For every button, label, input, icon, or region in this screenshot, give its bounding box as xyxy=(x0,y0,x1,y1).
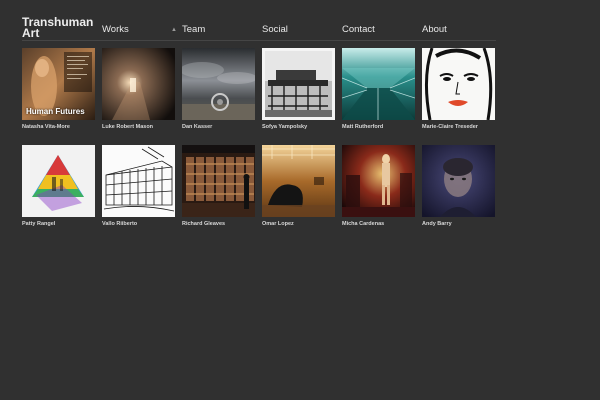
nav-works-label: Works xyxy=(102,24,129,35)
artist-tile-matt-rutherford[interactable]: Matt Rutherford xyxy=(342,48,415,130)
nav-social[interactable]: Social xyxy=(262,24,288,35)
artist-tile-luke-robert-mason[interactable]: Luke Robert Mason xyxy=(102,48,175,130)
architecture-photo xyxy=(262,48,335,120)
nav-works[interactable]: Works ▲ xyxy=(102,24,177,35)
artist-tile-andy-barry[interactable]: Andy Barry xyxy=(422,145,495,227)
stormy-sky-sculpture xyxy=(182,48,255,120)
nav-contact[interactable]: Contact xyxy=(342,24,375,35)
artist-tile-vallo-riiberto[interactable]: Vallo Riiberto xyxy=(102,145,175,227)
artist-tile-marie-claire-treseder[interactable]: Marie-Claire Treseder xyxy=(422,48,495,130)
artist-tile-natasha-vita-more[interactable]: Human Futures Natasha Vita-More xyxy=(22,48,95,130)
nav-team[interactable]: Team xyxy=(182,24,205,35)
portrait-photo xyxy=(422,145,495,217)
nav-about-label: About xyxy=(422,24,447,35)
light-beam-photo xyxy=(102,48,175,120)
artist-name[interactable]: Patty Rangel xyxy=(22,221,95,227)
artist-tile-omar-lopez[interactable]: Omar Lopez xyxy=(262,145,335,227)
artist-tile-sofya-yampolsky[interactable]: Sofya Yampolsky xyxy=(262,48,335,130)
artist-name[interactable]: Natasha Vita-More xyxy=(22,124,95,130)
nav-team-label: Team xyxy=(182,24,206,35)
artist-name[interactable]: Sofya Yampolsky xyxy=(262,124,335,130)
nav-social-label: Social xyxy=(262,24,288,35)
artist-name[interactable]: Micha Cardenas xyxy=(342,221,415,227)
building-sketch xyxy=(102,145,175,217)
site-title[interactable]: Transhuman Art xyxy=(22,16,100,39)
dropdown-arrow-icon: ▲ xyxy=(171,27,177,33)
teal-corridor-photo xyxy=(342,48,415,120)
artist-tile-richard-gleaves[interactable]: Richard Gleaves xyxy=(182,145,255,227)
artist-tile-dan-kasser[interactable]: Dan Kasser xyxy=(182,48,255,130)
artist-name[interactable]: Andy Barry xyxy=(422,221,495,227)
face-illustration xyxy=(422,48,495,120)
artist-name[interactable]: Luke Robert Mason xyxy=(102,124,175,130)
artist-tile-patty-rangel[interactable]: Patty Rangel xyxy=(22,145,95,227)
artist-name[interactable]: Marie-Claire Treseder xyxy=(422,124,495,130)
artist-name[interactable]: Matt Rutherford xyxy=(342,124,415,130)
colorful-pyramid xyxy=(22,145,95,217)
nav-contact-label: Contact xyxy=(342,24,375,35)
artist-name[interactable]: Omar Lopez xyxy=(262,221,335,227)
artist-name[interactable]: Richard Gleaves xyxy=(182,221,255,227)
performance-photo xyxy=(342,145,415,217)
artist-name[interactable]: Vallo Riiberto xyxy=(102,221,175,227)
human-futures-artwork: Human Futures xyxy=(22,48,95,120)
artist-tile-micha-cardenas[interactable]: Micha Cardenas xyxy=(342,145,415,227)
artwork-overlay-title: Human Futures xyxy=(26,107,85,116)
artist-name[interactable]: Dan Kasser xyxy=(182,124,255,130)
nav-divider xyxy=(22,40,496,41)
museum-hall-photo xyxy=(262,145,335,217)
nav-about[interactable]: About xyxy=(422,24,447,35)
gallery-wall-photo xyxy=(182,145,255,217)
